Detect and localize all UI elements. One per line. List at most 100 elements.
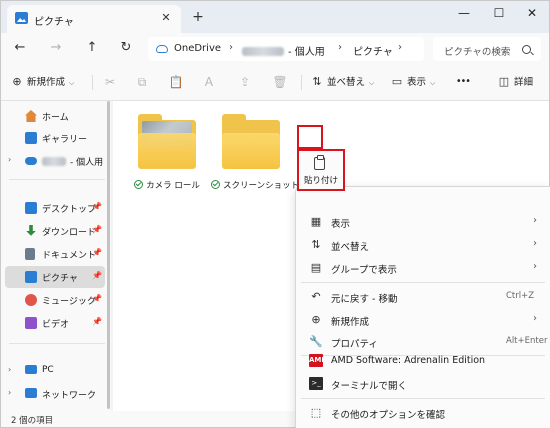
refresh-button[interactable]: ↻ xyxy=(118,40,134,56)
sidebar-item-onedrive[interactable]: › - 個人用 xyxy=(5,150,105,172)
title-bar: ピクチャ ✕ + — ☐ ✕ xyxy=(1,1,549,33)
maximize-button[interactable]: ☐ xyxy=(483,4,515,22)
close-button[interactable]: ✕ xyxy=(516,4,548,22)
plus-circle-icon: ⊕ xyxy=(12,75,22,88)
pin-icon: 📌 xyxy=(92,248,102,257)
delete-icon[interactable]: 🗑 xyxy=(272,74,288,90)
breadcrumb-separator[interactable]: › xyxy=(229,42,233,53)
shortcut-label: Alt+Enter xyxy=(506,336,548,346)
shortcut-label: Ctrl+Z xyxy=(506,291,535,301)
onedrive-icon xyxy=(25,157,37,165)
menu-item-amd-software[interactable]: AMD AMD Software: Adrenalin Edition xyxy=(301,349,549,372)
sidebar-item-downloads[interactable]: ダウンロード 📌 xyxy=(5,220,105,242)
expand-icon[interactable]: › xyxy=(8,365,11,374)
menu-item-sort[interactable]: ⇅ 並べ替え › xyxy=(301,233,549,256)
back-button[interactable]: ← xyxy=(12,40,28,56)
sidebar-scrollbar[interactable] xyxy=(107,101,110,409)
search-icon xyxy=(522,45,531,54)
sync-check-icon xyxy=(134,180,144,189)
new-button[interactable]: ⊕ 新規作成 ⌵ xyxy=(11,74,74,90)
forward-button[interactable]: → xyxy=(48,40,64,56)
menu-item-more-options[interactable]: ⬚ その他のオプションを確認 xyxy=(301,401,549,424)
pictures-icon xyxy=(15,12,28,24)
pin-icon: 📌 xyxy=(92,294,102,303)
sidebar-item-desktop[interactable]: デスクトップ 📌 xyxy=(5,197,105,219)
paste-button[interactable]: 貼り付け xyxy=(297,149,345,191)
highlight-box xyxy=(297,125,323,149)
breadcrumb-separator[interactable]: › xyxy=(338,42,342,53)
sync-check-icon xyxy=(211,180,220,189)
tab-close-icon[interactable]: ✕ xyxy=(159,11,173,25)
redacted-name xyxy=(242,47,284,56)
expand-icon[interactable]: › xyxy=(8,388,11,397)
menu-item-open-terminal[interactable]: >_ ターミナルで開く xyxy=(301,372,549,395)
rename-icon[interactable]: Ａ xyxy=(201,74,217,90)
tab-title: ピクチャ xyxy=(34,17,74,28)
divider xyxy=(301,75,302,90)
sidebar-item-gallery[interactable]: ギャラリー xyxy=(5,127,105,149)
document-icon xyxy=(25,248,35,260)
divider xyxy=(301,282,545,283)
sidebar-item-network[interactable]: › ネットワーク xyxy=(5,383,105,405)
breadcrumb-onedrive[interactable]: OneDrive xyxy=(174,43,221,54)
undo-icon: ↶ xyxy=(311,290,321,303)
address-bar[interactable]: OneDrive › - 個人用 › ピクチャ › xyxy=(148,37,424,61)
tab-pictures[interactable]: ピクチャ ✕ xyxy=(7,5,181,33)
folder-screenshots[interactable]: スクリーンショット xyxy=(211,107,299,193)
menu-item-group-by[interactable]: ▤ グループで表示 › xyxy=(301,256,549,279)
pictures-icon xyxy=(25,271,37,283)
pin-icon: 📌 xyxy=(92,271,102,280)
details-button[interactable]: ◫ 詳細 xyxy=(498,74,533,90)
pin-icon: 📌 xyxy=(92,225,102,234)
sidebar-item-home[interactable]: ホーム xyxy=(5,105,105,127)
cut-icon[interactable]: ✂ xyxy=(102,74,118,90)
breadcrumb-pictures[interactable]: ピクチャ xyxy=(353,43,393,58)
sidebar-item-videos[interactable]: ビデオ 📌 xyxy=(5,312,105,334)
redacted-name xyxy=(42,157,66,166)
sidebar-item-documents[interactable]: ドキュメント 📌 xyxy=(5,243,105,265)
copy-icon[interactable]: ⧉ xyxy=(134,74,150,90)
new-tab-button[interactable]: + xyxy=(190,9,206,25)
search-placeholder: ピクチャの検索 xyxy=(444,47,511,58)
sort-button[interactable]: ⇅ 並べ替え ⌵ xyxy=(311,74,374,90)
video-icon xyxy=(25,317,37,329)
menu-item-undo[interactable]: ↶ 元に戻す - 移動 Ctrl+Z xyxy=(301,285,549,308)
breadcrumb-personal[interactable]: - 個人用 xyxy=(242,43,325,58)
expand-icon[interactable]: › xyxy=(8,155,11,164)
folder-label: カメラ ロール xyxy=(127,179,207,191)
desktop-icon xyxy=(25,202,37,214)
sidebar-item-music[interactable]: ミュージック 📌 xyxy=(5,289,105,311)
paste-icon[interactable]: 📋 xyxy=(168,74,184,90)
item-count: 2 個の項目 xyxy=(11,416,54,426)
view-button[interactable]: ▭ 表示 ⌵ xyxy=(391,74,436,90)
details-pane-icon: ◫ xyxy=(498,75,510,88)
terminal-icon: >_ xyxy=(309,377,323,390)
wrench-icon: 🔧 xyxy=(309,335,323,348)
download-icon xyxy=(26,225,36,236)
pin-icon: 📌 xyxy=(92,202,102,211)
network-icon xyxy=(25,388,37,398)
menu-item-view[interactable]: ▦ 表示 › xyxy=(301,210,549,233)
up-button[interactable]: ↑ xyxy=(84,40,100,56)
breadcrumb-separator[interactable]: › xyxy=(398,42,402,53)
amd-icon: AMD xyxy=(309,354,327,367)
sidebar-item-pc[interactable]: › PC xyxy=(5,360,105,382)
sort-icon: ⇅ xyxy=(311,238,321,251)
folder-camera-roll[interactable]: カメラ ロール xyxy=(127,107,207,193)
minimize-button[interactable]: — xyxy=(448,4,480,22)
paste-label: 貼り付け xyxy=(303,176,338,186)
divider xyxy=(301,398,545,399)
sidebar-item-pictures[interactable]: ピクチャ 📌 xyxy=(5,266,105,288)
share-icon[interactable]: ⇪ xyxy=(237,74,253,90)
chevron-down-icon: ⌵ xyxy=(369,79,375,87)
menu-item-new[interactable]: ⊕ 新規作成 › xyxy=(301,308,549,331)
command-bar: ⊕ 新規作成 ⌵ ✂ ⧉ 📋 Ａ ⇪ 🗑 ⇅ 並べ替え ⌵ ▭ 表示 ⌵ ••• ◫ 詳細 xyxy=(1,63,549,101)
music-icon xyxy=(25,294,37,306)
more-options-button[interactable]: ••• xyxy=(456,74,471,90)
chevron-right-icon: › xyxy=(533,215,537,226)
onedrive-icon xyxy=(156,45,168,53)
divider xyxy=(9,343,105,344)
search-box[interactable]: ピクチャの検索 xyxy=(433,37,541,61)
file-explorer-window: ピクチャ ✕ + — ☐ ✕ ← → ↑ ↻ OneDrive › - 個人用 … xyxy=(0,0,550,428)
clipboard-icon xyxy=(314,155,325,170)
